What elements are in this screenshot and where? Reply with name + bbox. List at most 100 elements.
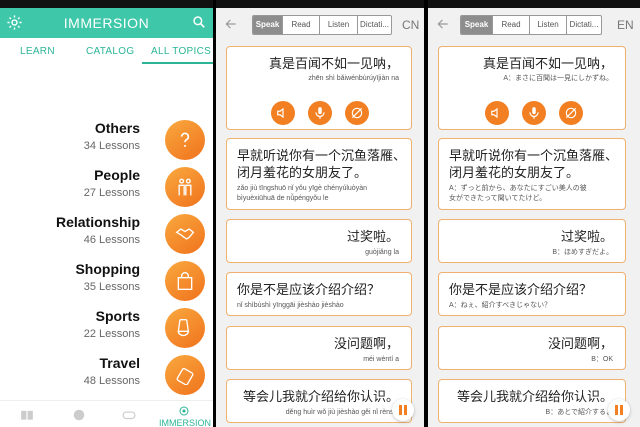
dialogue-screen-cn: Speak Read Listen Dictati... CN 真是百闻不如一见… [216, 0, 424, 427]
pinyin-text: méi wèntí a [363, 356, 399, 363]
dialogue-screen-en: Speak Read Listen Dictati... EN 真是百闻不如一见… [428, 0, 640, 427]
pause-button[interactable] [608, 399, 630, 421]
microphone-button[interactable] [522, 101, 546, 125]
pinyin-text: zhēn shì bǎiwénbùrúyījiàn na [308, 75, 399, 82]
topic-item-travel[interactable]: Travel 48 Lessons [0, 353, 213, 397]
translation-text: A：まさに百聞は一見にしかずね。 [503, 75, 613, 82]
dialogue-text: 等会儿我就介绍给你认识。 [242, 389, 399, 404]
pinyin-text: guòjiǎng la [365, 249, 399, 256]
app-header: IMMERSION [0, 8, 213, 38]
dialogue-card[interactable]: 等会儿我就介绍给你认识。 B：あとで紹介するよ [438, 379, 626, 423]
back-arrow-icon[interactable] [224, 17, 238, 31]
speaker-icon [277, 107, 284, 119]
topic-item-sports[interactable]: Sports 22 Lessons [0, 306, 213, 350]
language-toggle[interactable]: EN [617, 18, 634, 32]
translation-text: A：ねぇ、紹介すべきじゃない？ [449, 302, 552, 309]
translation-text-line2: 女ができたって聞いてたけど。 [449, 195, 547, 202]
dialogue-card[interactable]: 早就听说你有一个沉鱼落雁、 闭月羞花的女朋友了。 A：ずっと前から、あなたにすご… [438, 138, 626, 210]
active-tab-indicator [142, 62, 213, 64]
dialogue-card[interactable]: 过奖啦。 guòjiǎng la [226, 219, 412, 263]
dialogue-text: 过奖啦。 [346, 229, 399, 244]
dialogue-card[interactable]: 真是百闻不如一见呐， zhēn shì bǎiwénbùrúyījiàn na [226, 46, 412, 130]
dialogue-card[interactable]: 等会儿我就介绍给你认识。 děng huìr wǒ jiù jièshào gě… [226, 379, 412, 423]
top-tabs: LEARN CATALOG ALL TOPICS [0, 38, 213, 65]
dialogue-card[interactable]: 早就听说你有一个沉鱼落雁、 闭月羞花的女朋友了。 zǎo jiù tīngshu… [226, 138, 412, 210]
dialogue-text: 真是百闻不如一见呐， [268, 56, 399, 71]
topics-screen: IMMERSION LEARN CATALOG ALL TOPICS Other… [0, 0, 213, 427]
pinyin-text-line2: bìyuèxiūhuā de nǚpéngyǒu le [237, 195, 329, 202]
mode-dictation[interactable]: Dictati... [567, 16, 601, 34]
dialogue-card[interactable]: 你是不是应该介绍介绍？ A：ねぇ、紹介すべきじゃない？ [438, 272, 626, 316]
status-bar [0, 0, 213, 8]
topic-lessons: 35 Lessons [83, 281, 140, 293]
microphone-icon [315, 107, 325, 119]
dialogue-text: 没问题啊， [333, 336, 399, 351]
speaker-icon [491, 107, 498, 119]
pause-button[interactable] [392, 399, 414, 421]
tab-catalog[interactable]: CATALOG [86, 46, 134, 57]
book-icon[interactable] [20, 408, 34, 422]
app-title: IMMERSION [63, 15, 150, 31]
mode-listen[interactable]: Listen [530, 16, 567, 34]
mode-listen[interactable]: Listen [320, 16, 358, 34]
nav-immersion-label[interactable]: IMMERSION [159, 418, 211, 427]
dialogue-text-line1: 早就听说你有一个沉鱼落雁、 [449, 148, 619, 163]
microphone-button[interactable] [308, 101, 332, 125]
mode-dictation[interactable]: Dictati... [358, 16, 391, 34]
back-arrow-icon[interactable] [436, 17, 450, 31]
shuttlecock-icon [165, 308, 205, 348]
microphone-icon [529, 107, 539, 119]
dialogue-text-line2: 闭月羞花的女朋友了。 [449, 165, 580, 180]
bottom-nav: IMMERSION [0, 400, 213, 427]
playback-off-button[interactable] [345, 101, 369, 125]
language-toggle[interactable]: CN [402, 18, 419, 32]
handshake-icon [165, 214, 205, 254]
dialogue-card[interactable]: 你是不是应该介绍介绍？ nǐ shìbùshì yīnggāi jièshào … [226, 272, 412, 316]
tab-all-topics[interactable]: ALL TOPICS [151, 46, 211, 57]
speaker-button[interactable] [485, 101, 509, 125]
topic-name: Travel [99, 355, 140, 371]
dialogue-card[interactable]: 没问题啊， B：OK [438, 326, 626, 370]
dialogue-text: 真是百闻不如一见呐， [482, 56, 613, 71]
topic-lessons: 27 Lessons [83, 187, 140, 199]
broadcast-icon[interactable] [178, 405, 190, 417]
people-icon [165, 167, 205, 207]
suitcase-icon [165, 355, 205, 395]
status-bar [428, 0, 640, 8]
topic-lessons: 22 Lessons [83, 328, 140, 340]
dialogue-card[interactable]: 没问题啊， méi wèntí a [226, 326, 412, 370]
topic-name: Others [94, 120, 140, 136]
topic-name: Relationship [55, 214, 140, 230]
speaker-button[interactable] [271, 101, 295, 125]
dialogue-text: 过奖啦。 [560, 229, 613, 244]
dialogue-card[interactable]: 过奖啦。 B：ほめすぎだよ。 [438, 219, 626, 263]
topic-lessons: 48 Lessons [83, 375, 140, 387]
mode-speak[interactable]: Speak [461, 16, 493, 34]
topic-item-people[interactable]: People 27 Lessons [0, 165, 213, 209]
replay-off-icon [565, 107, 577, 119]
mode-speak[interactable]: Speak [253, 16, 283, 34]
mode-read[interactable]: Read [283, 16, 320, 34]
topic-name: Sports [95, 308, 140, 324]
topic-name: Shopping [75, 261, 140, 277]
search-icon[interactable] [192, 15, 206, 29]
mode-switch: Speak Read Listen Dictati... [252, 15, 392, 35]
dialogue-card[interactable]: 真是百闻不如一见呐， A：まさに百聞は一見にしかずね。 [438, 46, 626, 130]
topic-item-shopping[interactable]: Shopping 35 Lessons [0, 259, 213, 303]
pinyin-text-line1: zǎo jiù tīngshuō nǐ yǒu yīgè chényúluòyà… [237, 185, 367, 192]
dialogue-text: 你是不是应该介绍介绍？ [237, 282, 381, 297]
shopping-bag-icon [165, 261, 205, 301]
mode-read[interactable]: Read [493, 16, 530, 34]
screenshot-root: IMMERSION LEARN CATALOG ALL TOPICS Other… [0, 0, 640, 427]
translation-text: B：ほめすぎだよ。 [552, 249, 613, 256]
playback-off-button[interactable] [559, 101, 583, 125]
dialogue-text-line1: 早就听说你有一个沉鱼落雁、 [237, 148, 407, 163]
brain-icon[interactable] [72, 408, 86, 422]
topic-item-others[interactable]: Others 34 Lessons [0, 118, 213, 162]
topic-item-relationship[interactable]: Relationship 46 Lessons [0, 212, 213, 256]
translation-text: B：あとで紹介するよ [545, 409, 613, 416]
translation-text: B：OK [591, 356, 613, 363]
dialogue-text: 没问题啊， [547, 336, 613, 351]
gamepad-icon[interactable] [122, 408, 136, 422]
tab-learn[interactable]: LEARN [20, 46, 55, 57]
